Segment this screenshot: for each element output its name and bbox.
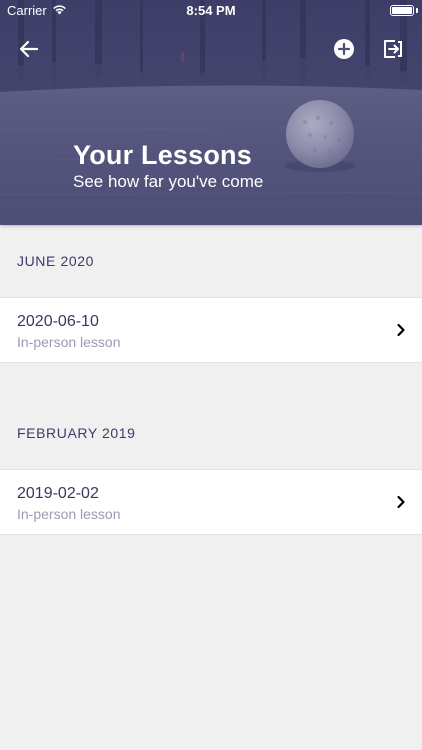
section-header-february-2019: FEBRUARY 2019 xyxy=(17,425,136,441)
section-header-june-2020: JUNE 2020 xyxy=(17,253,94,269)
plus-circle-icon xyxy=(334,39,354,59)
page-subtitle: See how far you've come xyxy=(73,172,264,191)
lesson-date: 2019-02-02 xyxy=(17,485,99,502)
lesson-type: In-person lesson xyxy=(17,334,121,350)
header-hero: Carrier 8:54 PM Your Lessons See how far… xyxy=(0,0,422,225)
back-button[interactable] xyxy=(14,34,44,64)
chevron-right-icon xyxy=(397,323,405,337)
lesson-date: 2020-06-10 xyxy=(17,313,99,330)
lesson-row[interactable]: 2020-06-10 In-person lesson xyxy=(0,297,422,363)
battery-level xyxy=(392,7,412,14)
lesson-type: In-person lesson xyxy=(17,506,121,522)
battery-tip xyxy=(416,8,418,13)
logout-button[interactable] xyxy=(378,34,408,64)
add-lesson-button[interactable] xyxy=(329,34,359,64)
status-bar: Carrier 8:54 PM xyxy=(0,0,422,22)
status-time: 8:54 PM xyxy=(186,3,236,18)
logout-icon xyxy=(384,40,402,58)
back-arrow-icon xyxy=(19,40,39,58)
battery-icon xyxy=(390,5,414,16)
lesson-row[interactable]: 2019-02-02 In-person lesson xyxy=(0,469,422,535)
lessons-screen: Carrier 8:54 PM Your Lessons See how far… xyxy=(0,0,422,750)
page-title: Your Lessons xyxy=(73,140,252,170)
chevron-right-icon xyxy=(397,495,405,509)
